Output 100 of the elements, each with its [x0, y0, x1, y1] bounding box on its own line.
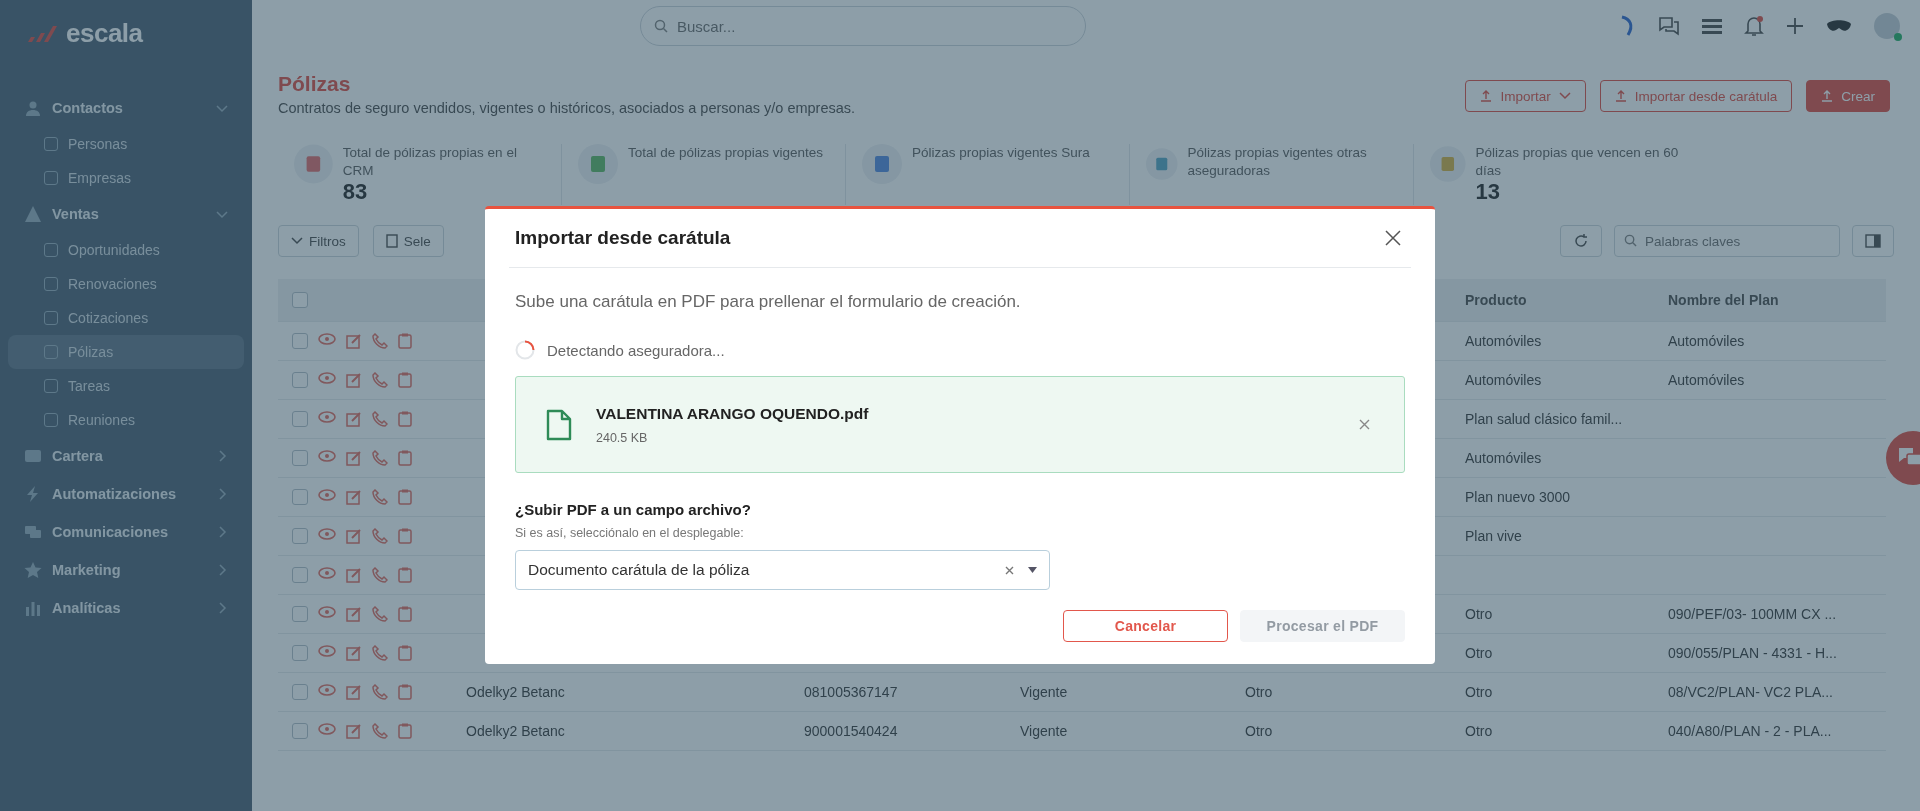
clipboard-icon[interactable] [398, 723, 412, 740]
eye-icon[interactable] [318, 333, 336, 346]
page-icon [44, 345, 58, 359]
clipboard-icon[interactable] [398, 567, 412, 584]
caret-icon[interactable] [1028, 567, 1037, 573]
table-cell-text: Vigente [1019, 684, 1069, 701]
close-icon [1385, 230, 1401, 246]
eye-icon[interactable] [318, 645, 336, 658]
edit-icon[interactable] [346, 645, 362, 662]
select-button[interactable]: Sele [372, 225, 444, 258]
column-header[interactable]: Nombre del Plan [1660, 292, 1886, 309]
edit-icon[interactable] [346, 372, 362, 389]
phone-icon[interactable] [372, 567, 388, 584]
filters-button[interactable]: Filtros [278, 225, 359, 258]
page-icon [44, 277, 58, 291]
edit-icon[interactable] [346, 528, 362, 545]
clipboard-icon[interactable] [398, 372, 412, 389]
nav-item[interactable]: Personas [8, 127, 244, 161]
phone-icon[interactable] [372, 450, 388, 467]
row-checkbox[interactable] [292, 684, 308, 701]
edit-icon[interactable] [346, 411, 362, 428]
eye-icon[interactable] [318, 684, 336, 697]
row-checkbox[interactable] [292, 372, 308, 389]
edit-icon[interactable] [346, 567, 362, 584]
nav-item[interactable]: Reuniones [8, 403, 244, 437]
eye-icon[interactable] [318, 411, 336, 424]
import-dropdown-button[interactable]: Importar [1465, 80, 1586, 112]
cancel-button[interactable]: Cancelar [1063, 610, 1228, 642]
clipboard-icon[interactable] [398, 645, 412, 662]
phone-icon[interactable] [372, 645, 388, 662]
bell-icon[interactable] [1744, 15, 1764, 37]
clear-icon[interactable] [1005, 565, 1014, 575]
edit-icon[interactable] [346, 723, 362, 740]
clipboard-icon[interactable] [398, 528, 412, 545]
table-cell-text: Automóviles [1464, 372, 1543, 389]
search-field[interactable]: Buscar... [640, 6, 1086, 46]
nav-item[interactable]: Renovaciones [8, 267, 244, 301]
mask-icon[interactable] [1826, 18, 1852, 34]
refresh-button[interactable] [1560, 225, 1602, 258]
nav-item[interactable]: Tareas [8, 369, 244, 403]
clipboard-icon[interactable] [398, 411, 412, 428]
eye-icon[interactable] [318, 567, 336, 580]
nav-group[interactable]: Cartera [0, 437, 252, 475]
phone-icon[interactable] [372, 606, 388, 623]
phone-icon[interactable] [372, 411, 388, 428]
row-checkbox[interactable] [292, 567, 308, 584]
clipboard-icon[interactable] [398, 333, 412, 350]
eye-icon[interactable] [318, 723, 336, 736]
nav-group[interactable]: Ventas [0, 195, 252, 233]
nav-group[interactable]: Contactos [0, 89, 252, 127]
phone-icon[interactable] [372, 372, 388, 389]
star-icon [24, 561, 42, 579]
table-cell-text: Plan nuevo 3000 [1464, 489, 1572, 506]
table-cell-text: Otro [1464, 684, 1494, 701]
phone-icon[interactable] [372, 723, 388, 740]
edit-icon[interactable] [346, 606, 362, 623]
eye-icon[interactable] [318, 606, 336, 619]
nav-group[interactable]: Analíticas [0, 589, 252, 627]
column-header[interactable]: Producto [1457, 292, 1660, 309]
nav-item[interactable]: Oportunidades [8, 233, 244, 267]
eye-icon[interactable] [318, 489, 336, 502]
phone-icon[interactable] [372, 489, 388, 506]
avatar[interactable] [1874, 13, 1900, 39]
nav-item[interactable]: Cotizaciones [8, 301, 244, 335]
row-checkbox[interactable] [292, 333, 308, 350]
phone-icon[interactable] [372, 528, 388, 545]
create-button[interactable]: Crear [1806, 80, 1890, 112]
upload-icon [1480, 90, 1493, 102]
chat-icon[interactable] [1658, 16, 1680, 36]
eye-icon[interactable] [318, 372, 336, 385]
clipboard-icon[interactable] [398, 489, 412, 506]
nav-group[interactable]: Marketing [0, 551, 252, 589]
edit-icon[interactable] [346, 684, 362, 701]
phone-icon[interactable] [372, 684, 388, 701]
row-checkbox[interactable] [292, 645, 308, 662]
row-checkbox[interactable] [292, 528, 308, 545]
row-checkbox[interactable] [292, 606, 308, 623]
eye-icon[interactable] [318, 450, 336, 463]
plus-icon[interactable] [1786, 17, 1804, 35]
eye-icon[interactable] [318, 528, 336, 541]
file-field-select[interactable]: Documento carátula de la póliza [515, 550, 1050, 590]
nav-group[interactable]: Automatizaciones [0, 475, 252, 513]
edit-icon[interactable] [346, 489, 362, 506]
nav-group[interactable]: Comunicaciones [0, 513, 252, 551]
edit-icon[interactable] [346, 333, 362, 350]
select-all-checkbox[interactable] [292, 292, 308, 309]
row-checkbox[interactable] [292, 411, 308, 428]
phone-icon[interactable] [372, 333, 388, 350]
clipboard-icon[interactable] [398, 606, 412, 623]
columns-button[interactable] [1852, 225, 1894, 258]
clipboard-icon[interactable] [398, 450, 412, 467]
nav-item[interactable]: Empresas [8, 161, 244, 195]
clipboard-icon[interactable] [398, 684, 412, 701]
edit-icon[interactable] [346, 450, 362, 467]
row-checkbox[interactable] [292, 450, 308, 467]
row-checkbox[interactable] [292, 723, 308, 740]
keywords-field[interactable]: Palabras claves [1614, 225, 1840, 258]
list-icon[interactable] [1702, 18, 1722, 34]
row-checkbox[interactable] [292, 489, 308, 506]
import-button[interactable]: Importar desde carátula [1599, 80, 1793, 112]
